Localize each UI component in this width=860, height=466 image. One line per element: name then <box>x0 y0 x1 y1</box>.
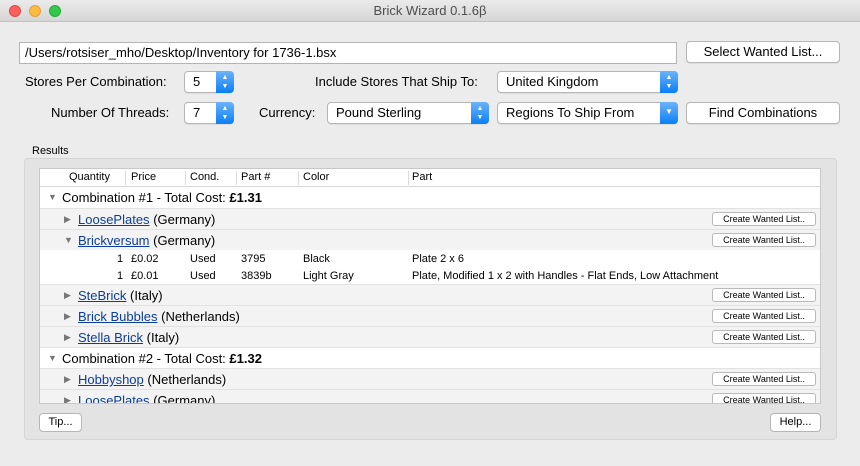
column-divider <box>185 171 186 185</box>
part-condition: Used <box>190 270 216 282</box>
stepper-arrows-icon[interactable]: ▲ ▼ <box>216 71 234 93</box>
column-quantity[interactable]: Quantity <box>69 171 110 183</box>
column-color[interactable]: Color <box>303 171 329 183</box>
window-title: Brick Wizard 0.1.6β <box>373 3 487 18</box>
table-header: Quantity Price Cond. Part # Color Part <box>40 169 820 187</box>
popup-arrows-icon: ▲ ▼ <box>660 71 678 93</box>
create-wanted-list-button[interactable]: Create Wanted List.. <box>712 393 816 403</box>
store-link[interactable]: Stella Brick <box>78 330 143 345</box>
results-outline[interactable]: Quantity Price Cond. Part # Color Part ▼… <box>39 168 821 404</box>
disclosure-expanded-icon[interactable]: ▼ <box>48 192 57 202</box>
combination-title: Combination #2 - Total Cost: £1.32 <box>62 351 262 366</box>
inventory-path-field[interactable]: /Users/rotsiser_mho/Desktop/Inventory fo… <box>19 42 677 64</box>
store-name: LoosePlates (Germany) <box>78 393 215 403</box>
popup-arrows-icon: ▲ ▼ <box>471 102 489 124</box>
column-divider <box>125 171 126 185</box>
create-wanted-list-button[interactable]: Create Wanted List.. <box>712 330 816 344</box>
tip-button[interactable]: Tip... <box>39 413 82 432</box>
disclosure-collapsed-icon[interactable]: ▶ <box>64 332 71 343</box>
store-row[interactable]: ▶ Brick Bubbles (Netherlands) Create Wan… <box>40 305 820 326</box>
part-description: Plate 2 x 6 <box>412 253 464 265</box>
column-divider <box>408 171 409 185</box>
disclosure-collapsed-icon[interactable]: ▶ <box>64 311 71 322</box>
part-price: £0.01 <box>131 270 159 282</box>
ship-to-country-select[interactable]: United Kingdom ▲ ▼ <box>497 71 678 93</box>
currency-value: Pound Sterling <box>336 105 422 120</box>
part-price: £0.02 <box>131 253 159 265</box>
store-name: Brickversum (Germany) <box>78 233 216 248</box>
currency-select[interactable]: Pound Sterling ▲ ▼ <box>327 102 489 124</box>
part-condition: Used <box>190 253 216 265</box>
store-link[interactable]: LoosePlates <box>78 212 150 227</box>
ship-to-country-value: United Kingdom <box>506 74 599 89</box>
part-description: Plate, Modified 1 x 2 with Handles - Fla… <box>412 270 719 282</box>
stores-per-combination-value: 5 <box>193 74 201 89</box>
part-quantity: 1 <box>117 253 124 265</box>
regions-to-ship-from-select[interactable]: Regions To Ship From ▼ <box>497 102 678 124</box>
store-row[interactable]: ▶ LoosePlates (Germany) Create Wanted Li… <box>40 389 820 403</box>
store-row[interactable]: ▼ Brickversum (Germany) Create Wanted Li… <box>40 229 820 250</box>
part-number: 3839b <box>241 270 272 282</box>
help-button[interactable]: Help... <box>770 413 821 432</box>
results-label: Results <box>32 145 69 157</box>
store-row[interactable]: ▶ Hobbyshop (Netherlands) Create Wanted … <box>40 368 820 389</box>
store-link[interactable]: Hobbyshop <box>78 372 144 387</box>
combination-title: Combination #1 - Total Cost: £1.31 <box>62 190 262 205</box>
column-divider <box>298 171 299 185</box>
regions-value: Regions To Ship From <box>506 105 635 120</box>
store-name: Brick Bubbles (Netherlands) <box>78 309 240 324</box>
find-combinations-button[interactable]: Find Combinations <box>686 102 840 124</box>
part-row[interactable]: 1 £0.01 Used 3839b Light Gray Plate, Mod… <box>40 267 820 285</box>
chevron-down-icon: ▼ <box>660 102 678 124</box>
create-wanted-list-button[interactable]: Create Wanted List.. <box>712 372 816 386</box>
store-name: LoosePlates (Germany) <box>78 212 216 227</box>
stores-per-combination-label: Stores Per Combination: <box>25 74 167 89</box>
column-part-number[interactable]: Part # <box>241 171 270 183</box>
select-wanted-list-button[interactable]: Select Wanted List... <box>686 41 840 63</box>
disclosure-expanded-icon[interactable]: ▼ <box>64 235 73 245</box>
combination-row[interactable]: ▼ Combination #2 - Total Cost: £1.32 <box>40 347 820 368</box>
create-wanted-list-button[interactable]: Create Wanted List.. <box>712 212 816 226</box>
create-wanted-list-button[interactable]: Create Wanted List.. <box>712 233 816 247</box>
disclosure-collapsed-icon[interactable]: ▶ <box>64 290 71 301</box>
disclosure-expanded-icon[interactable]: ▼ <box>48 353 57 363</box>
store-link[interactable]: LoosePlates <box>78 393 150 403</box>
part-quantity: 1 <box>117 270 124 282</box>
combination-row[interactable]: ▼ Combination #1 - Total Cost: £1.31 <box>40 187 820 208</box>
currency-label: Currency: <box>259 105 316 120</box>
store-name: Hobbyshop (Netherlands) <box>78 372 227 387</box>
create-wanted-list-button[interactable]: Create Wanted List.. <box>712 309 816 323</box>
disclosure-collapsed-icon[interactable]: ▶ <box>64 395 71 403</box>
title-bar: Brick Wizard 0.1.6β <box>0 0 860 22</box>
stepper-arrows-icon[interactable]: ▲ ▼ <box>216 102 234 124</box>
number-of-threads-value: 7 <box>193 105 201 120</box>
store-link[interactable]: SteBrick <box>78 288 126 303</box>
store-name: Stella Brick (Italy) <box>78 330 180 345</box>
part-color: Light Gray <box>303 270 354 282</box>
part-number: 3795 <box>241 253 266 265</box>
create-wanted-list-button[interactable]: Create Wanted List.. <box>712 288 816 302</box>
disclosure-collapsed-icon[interactable]: ▶ <box>64 214 71 225</box>
part-color: Black <box>303 253 330 265</box>
store-row[interactable]: ▶ LoosePlates (Germany) Create Wanted Li… <box>40 208 820 229</box>
number-of-threads-stepper[interactable]: 7 ▲ ▼ <box>184 102 234 124</box>
store-row[interactable]: ▶ SteBrick (Italy) Create Wanted List.. <box>40 284 820 305</box>
store-link[interactable]: Brickversum <box>78 233 150 248</box>
stores-per-combination-stepper[interactable]: 5 ▲ ▼ <box>184 71 234 93</box>
store-link[interactable]: Brick Bubbles <box>78 309 157 324</box>
column-cond[interactable]: Cond. <box>190 171 219 183</box>
column-price[interactable]: Price <box>131 171 156 183</box>
column-part[interactable]: Part <box>412 171 432 183</box>
store-name: SteBrick (Italy) <box>78 288 163 303</box>
part-row[interactable]: 1 £0.02 Used 3795 Black Plate 2 x 6 <box>40 250 820 268</box>
disclosure-collapsed-icon[interactable]: ▶ <box>64 374 71 385</box>
number-of-threads-label: Number Of Threads: <box>51 105 170 120</box>
include-stores-label: Include Stores That Ship To: <box>315 74 478 89</box>
store-row[interactable]: ▶ Stella Brick (Italy) Create Wanted Lis… <box>40 326 820 347</box>
column-divider <box>236 171 237 185</box>
